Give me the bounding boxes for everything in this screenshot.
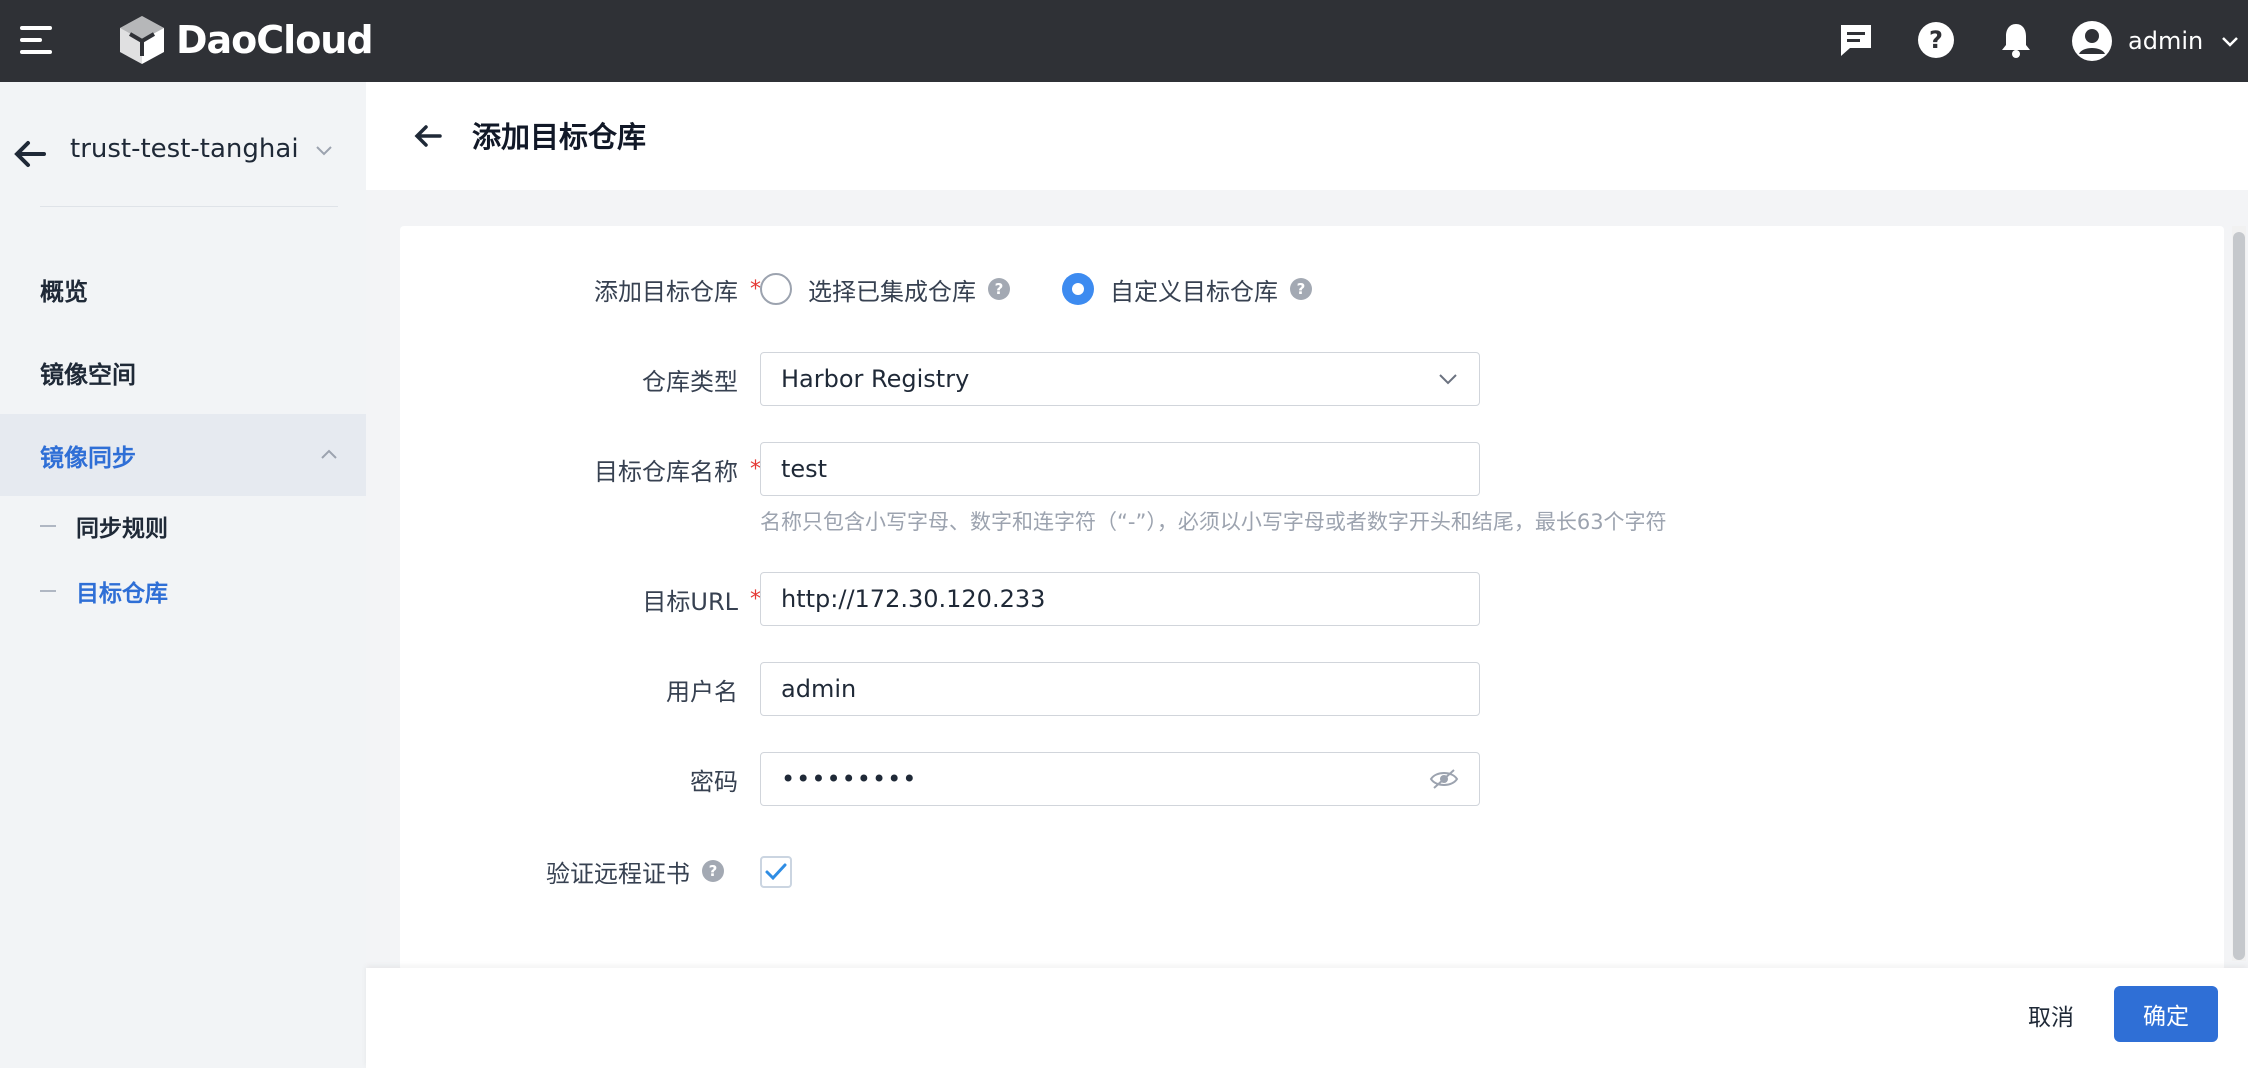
radio-circle[interactable] [760,273,792,305]
form-label-password: 密码 [690,767,738,796]
logo[interactable]: DaoCloud [116,10,374,70]
chevron-down-icon [1439,374,1457,385]
eye-off-icon[interactable] [1429,767,1459,791]
required-marker: * [750,586,761,612]
message-icon[interactable] [1830,14,1882,66]
sidebar-item-overview[interactable]: 概览 [0,248,366,330]
required-marker: * [750,276,761,302]
registry-type-select[interactable]: Harbor Registry [760,352,1480,406]
username-input[interactable]: admin [760,662,1480,716]
help-icon[interactable]: ? [1290,278,1312,300]
select-value: Harbor Registry [781,365,970,393]
verify-cert-checkbox[interactable] [760,856,792,888]
back-arrow-icon[interactable] [410,118,446,154]
dash-marker [40,525,56,527]
input-value: http://172.30.120.233 [781,585,1046,613]
user-menu[interactable]: admin [2070,12,2241,70]
sidebar-item-label: 概览 [40,277,88,306]
back-arrow-icon[interactable] [10,134,50,174]
required-marker: * [750,456,761,482]
radio-circle-checked[interactable] [1062,273,1094,305]
radio-custom-target[interactable]: 自定义目标仓库 ? [1062,272,1312,307]
workspace-name[interactable]: trust-test-tanghai [70,134,299,164]
sidebar-item-label: 镜像空间 [40,360,136,389]
radio-select-integrated[interactable]: 选择已集成仓库 ? [760,272,1010,307]
target-url-input[interactable]: http://172.30.120.233 [760,572,1480,626]
menu-icon[interactable] [20,22,56,58]
form-label-username: 用户名 [666,677,738,706]
sidebar-item-image-sync[interactable]: 镜像同步 [0,414,366,496]
form-label-target-registry: 添加目标仓库 * [594,276,761,306]
chevron-down-icon[interactable] [312,138,336,162]
input-value: test [781,455,828,483]
registry-name-hint: 名称只包含小写字母、数字和连字符（“-”），必须以小写字母或者数字开头和结尾，最… [760,510,1667,534]
bell-icon[interactable] [1990,14,2042,66]
help-icon[interactable]: ? [1910,14,1962,66]
sidebar-subitem-sync-rules[interactable]: 同步规则 [0,498,366,554]
form-label-verify-cert: 验证远程证书 ? [400,844,760,898]
form-label-target-url: 目标URL * [642,586,761,616]
sidebar-subitem-target-registry[interactable]: 目标仓库 [0,563,366,619]
chevron-up-icon [321,449,337,459]
sidebar-item-image-space[interactable]: 镜像空间 [0,331,366,413]
confirm-button[interactable]: 确定 [2114,986,2218,1042]
logo-text: DaoCloud [176,18,374,62]
divider [40,206,338,207]
checkmark-icon [765,863,787,881]
workspace-switcher: trust-test-tanghai [0,118,366,188]
input-value: admin [781,675,857,703]
form-label-registry-name: 目标仓库名称 * [594,456,761,486]
form-label-registry-type: 仓库类型 [642,367,738,396]
sidebar-subitem-label: 同步规则 [76,516,168,542]
scrollbar-thumb[interactable] [2233,232,2245,960]
sidebar-item-label: 镜像同步 [40,443,136,472]
page-title: 添加目标仓库 [472,120,647,154]
avatar-icon [2072,21,2112,61]
page-header: 添加目标仓库 [366,82,2248,190]
help-icon[interactable]: ? [988,278,1010,300]
top-bar: DaoCloud ? admin [0,0,2248,82]
help-icon[interactable]: ? [702,860,724,882]
dash-marker [40,590,56,592]
form-card: 添加目标仓库 * 选择已集成仓库 ? 自定义目标仓库 ? 仓库类型 Harbor … [400,226,2224,971]
user-name: admin [2128,27,2204,55]
sidebar: trust-test-tanghai 概览 镜像空间 镜像同步 同步规则 目标仓… [0,82,366,1068]
radio-group: 选择已集成仓库 ? 自定义目标仓库 ? [760,262,1312,316]
form-footer: 取消 确定 [366,968,2248,1068]
registry-name-input[interactable]: test [760,442,1480,496]
password-input[interactable]: ••••••••• [760,752,1480,806]
cancel-button[interactable]: 取消 [2006,988,2096,1042]
svg-text:?: ? [1929,26,1943,54]
input-value: ••••••••• [781,765,918,793]
chevron-down-icon [2222,37,2239,47]
sidebar-subitem-label: 目标仓库 [76,581,168,607]
daocloud-logo-icon [120,16,164,64]
